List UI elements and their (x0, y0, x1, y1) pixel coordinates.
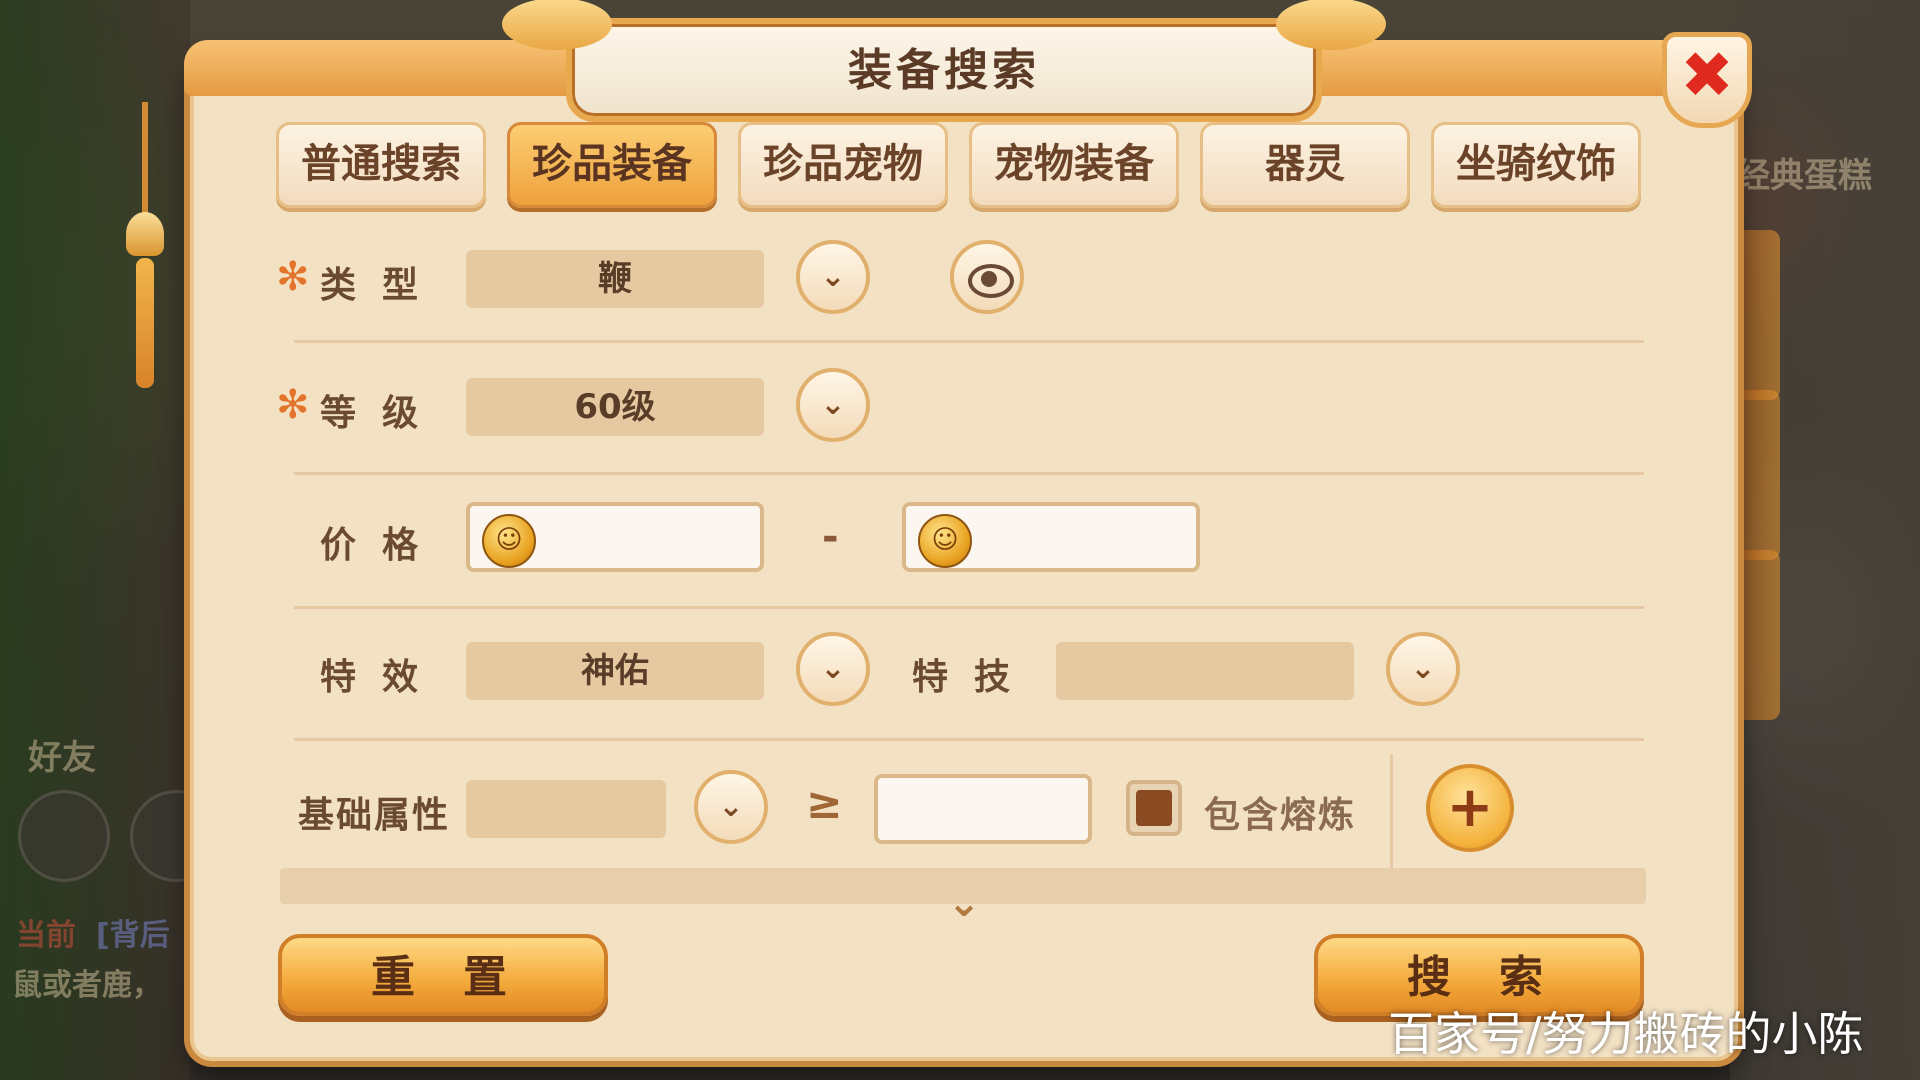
preview-button[interactable] (950, 240, 1024, 314)
chevron-down-icon: ⌄ (820, 387, 846, 422)
side-tab-shop[interactable] (1736, 230, 1780, 400)
required-mark-type: ✻ (276, 254, 310, 300)
price-range-separator: - (822, 514, 839, 560)
tassel-cord (142, 102, 148, 222)
tab-spirit[interactable]: 器灵 (1200, 122, 1410, 208)
row-divider (294, 340, 1644, 343)
skill-value[interactable] (1056, 642, 1354, 700)
effect-dropdown-button[interactable]: ⌄ (796, 632, 870, 706)
include-smelt-checkbox[interactable] (1126, 780, 1182, 836)
dialog-title: 装备搜索 (848, 45, 1040, 96)
close-icon: ✖ (1680, 39, 1734, 113)
skill-dropdown-button[interactable]: ⌄ (1386, 632, 1460, 706)
price-label: 价格 (320, 525, 445, 566)
effect-label: 特效 (320, 657, 445, 698)
base-attr-label: 基础属性 (298, 795, 451, 836)
level-dropdown-button[interactable]: ⌄ (796, 368, 870, 442)
row-divider (294, 472, 1644, 475)
tassel-bell-icon (126, 212, 164, 256)
eye-pupil (981, 271, 997, 287)
chat-bubble-icon[interactable] (18, 790, 110, 882)
base-attr-dropdown-button[interactable]: ⌄ (694, 770, 768, 844)
plus-icon: + (1446, 775, 1494, 840)
tassel-tail (136, 258, 154, 388)
reset-button[interactable]: 重置 (278, 934, 608, 1016)
greater-equal-sign: ≥ (806, 778, 843, 829)
base-attr-threshold-input[interactable] (874, 774, 1092, 844)
coin-icon: ☺ (482, 514, 536, 568)
level-label: 等级 (320, 393, 445, 434)
type-dropdown-button[interactable]: ⌄ (796, 240, 870, 314)
watermark: 百家号/努力搬砖的小陈 (1388, 1007, 1864, 1061)
type-value[interactable]: 鞭 (466, 250, 764, 308)
tab-mount-decoration[interactable]: 坐骑纹饰 (1431, 122, 1641, 208)
level-value[interactable]: 60级 (466, 378, 764, 436)
row-divider (294, 738, 1644, 741)
chevron-down-icon: ⌄ (820, 651, 846, 686)
skill-label: 特技 (912, 657, 1037, 698)
include-smelt-label: 包含熔炼 (1204, 795, 1357, 836)
tab-rare-equipment[interactable]: 珍品装备 (507, 122, 717, 208)
side-tab-mall[interactable] (1736, 550, 1780, 720)
price-min-input[interactable]: ☺ (466, 502, 764, 572)
equipment-search-dialog: 装备搜索 ✖ 普通搜索 珍品装备 珍品宠物 宠物装备 器灵 坐骑纹饰 ✻ 类型 … (126, 0, 1752, 1061)
tab-rare-pet[interactable]: 珍品宠物 (738, 122, 948, 208)
close-button[interactable]: ✖ (1662, 32, 1752, 128)
tab-pet-equipment[interactable]: 宠物装备 (969, 122, 1179, 208)
type-label: 类型 (320, 265, 445, 306)
chevron-down-icon[interactable]: ⌄ (940, 880, 988, 926)
tab-normal-search[interactable]: 普通搜索 (276, 122, 486, 208)
friends-label[interactable]: 好友 (28, 730, 96, 779)
side-tab-track[interactable] (1736, 390, 1780, 560)
chat-line: 鼠或者鹿， (12, 968, 162, 1003)
add-attribute-button[interactable]: + (1426, 764, 1514, 852)
price-max-input[interactable]: ☺ (902, 502, 1200, 572)
base-attr-value[interactable] (466, 780, 666, 838)
chevron-down-icon: ⌄ (1410, 651, 1436, 686)
row-divider (294, 606, 1644, 609)
required-mark-level: ✻ (276, 382, 310, 428)
chevron-down-icon: ⌄ (718, 789, 744, 824)
title-plate: 装备搜索 (502, 0, 1386, 122)
chat-channel-current: 当前 (16, 918, 76, 953)
row-vertical-divider (1390, 754, 1393, 870)
event-label[interactable]: 经典蛋糕 (1736, 148, 1872, 197)
chat-channel-name: [背后 (96, 918, 170, 953)
effect-value[interactable]: 神佑 (466, 642, 764, 700)
coin-icon: ☺ (918, 514, 972, 568)
chevron-down-icon: ⌄ (820, 259, 846, 294)
checkbox-checked-fill (1136, 790, 1172, 826)
